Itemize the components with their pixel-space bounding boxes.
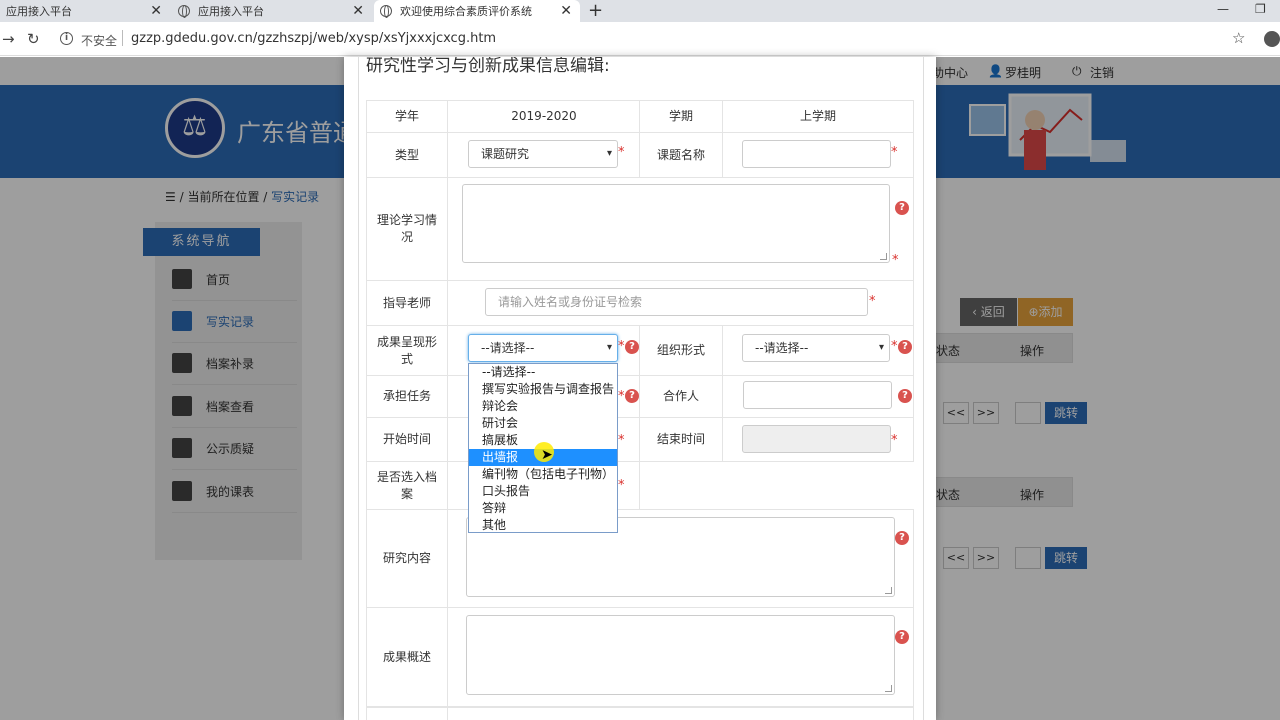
end-time-label: 结束时间 — [656, 432, 705, 446]
globe-icon — [178, 5, 190, 18]
new-tab-plus-icon[interactable]: + — [588, 0, 603, 22]
archive-label: 是否选入档案 — [376, 469, 437, 501]
browser-tab-3-active[interactable]: 欢迎使用综合素质评价系统 ✕ — [374, 0, 580, 22]
dropdown-option[interactable]: 研讨会 — [469, 415, 617, 432]
required-mark: * — [891, 433, 898, 448]
address-separator — [122, 30, 123, 46]
term-label: 学期 — [668, 109, 693, 123]
tab-close-icon[interactable]: ✕ — [352, 3, 364, 19]
help-icon[interactable]: ? — [895, 201, 909, 215]
tab-title: 应用接入平台 — [6, 5, 72, 18]
org-form-label: 组织形式 — [656, 343, 705, 357]
type-label: 类型 — [394, 147, 419, 162]
tab-close-icon[interactable]: ✕ — [150, 3, 162, 19]
edit-dialog: 研究性学习与创新成果信息编辑: 学年 2019-2020 学期 上学期 类型 课… — [344, 57, 936, 720]
task-label: 承担任务 — [382, 389, 431, 403]
theory-label: 理论学习情况 — [376, 213, 437, 244]
help-icon[interactable]: ? — [898, 389, 912, 403]
cell — [447, 707, 914, 720]
year-value: 2019-2020 — [511, 109, 577, 123]
teacher-label: 指导老师 — [382, 295, 431, 310]
theory-textarea[interactable] — [462, 184, 890, 263]
research-content-label: 研究内容 — [382, 551, 431, 565]
address-bar: → ↻ i 不安全 gzzp.gdedu.gov.cn/gzzhszpj/web… — [0, 22, 1280, 56]
bookmark-star-icon[interactable]: ☆ — [1232, 29, 1245, 47]
dropdown-option[interactable]: 其他 — [469, 517, 617, 534]
dropdown-option[interactable]: 口头报告 — [469, 483, 617, 500]
security-label[interactable]: 不安全 — [81, 32, 117, 49]
result-form-label: 成果呈现形式 — [376, 334, 437, 366]
dropdown-option[interactable]: 答辩 — [469, 500, 617, 517]
required-mark: * — [618, 478, 625, 493]
required-mark: * — [618, 433, 625, 448]
teacher-search-input[interactable]: 请输入姓名或身份证号检索 — [485, 288, 868, 316]
url-input[interactable]: gzzp.gdedu.gov.cn/gzzhszpj/web/xysp/xsYj… — [131, 31, 496, 46]
dropdown-option[interactable]: 编刊物（包括电子刊物） — [469, 466, 617, 483]
partner-label: 合作人 — [662, 389, 699, 403]
profile-avatar-icon[interactable] — [1264, 31, 1280, 47]
required-mark: * — [869, 294, 876, 309]
end-time-input[interactable] — [742, 425, 891, 453]
start-time-label: 开始时间 — [382, 432, 431, 446]
info-icon[interactable]: i — [60, 32, 73, 45]
org-form-select[interactable]: --请选择-- — [742, 334, 890, 362]
required-mark: * — [618, 339, 625, 354]
required-mark: * — [891, 339, 898, 354]
summary-label: 成果概述 — [382, 649, 431, 664]
result-form-select[interactable]: --请选择-- — [468, 334, 618, 362]
mouse-pointer-icon: ➤ — [541, 447, 553, 463]
help-icon[interactable]: ? — [625, 389, 639, 403]
tab-close-icon[interactable]: ✕ — [560, 3, 572, 19]
tab-title: 欢迎使用综合素质评价系统 — [400, 5, 532, 18]
help-icon[interactable]: ? — [625, 340, 639, 354]
topic-label: 课题名称 — [656, 147, 705, 162]
summary-textarea[interactable] — [466, 615, 895, 695]
required-mark: * — [618, 145, 625, 160]
partner-input[interactable] — [743, 381, 892, 409]
dialog-title: 研究性学习与创新成果信息编辑: — [366, 57, 610, 76]
help-icon[interactable]: ? — [895, 630, 909, 644]
dropdown-option[interactable]: 辩论会 — [469, 398, 617, 415]
browser-tab-1[interactable]: 应用接入平台 ✕ — [0, 0, 170, 22]
browser-tab-2[interactable]: 应用接入平台 ✕ — [172, 0, 372, 22]
required-mark: * — [618, 389, 625, 404]
browser-tab-bar: 应用接入平台 ✕ 应用接入平台 ✕ 欢迎使用综合素质评价系统 ✕ + — ❐ — [0, 0, 1280, 22]
help-icon[interactable]: ? — [898, 340, 912, 354]
forward-arrow-icon[interactable]: → — [2, 30, 15, 48]
tab-title: 应用接入平台 — [198, 5, 264, 18]
globe-icon — [380, 5, 392, 18]
topic-input[interactable] — [742, 140, 891, 168]
year-label: 学年 — [394, 109, 419, 123]
required-mark: * — [892, 253, 899, 268]
term-value: 上学期 — [799, 109, 836, 123]
restore-icon[interactable]: ❐ — [1255, 2, 1266, 16]
dropdown-option[interactable]: --请选择-- — [469, 364, 617, 381]
cell — [366, 707, 448, 720]
help-icon[interactable]: ? — [895, 531, 909, 545]
minimize-icon[interactable]: — — [1217, 2, 1229, 16]
reload-icon[interactable]: ↻ — [27, 30, 40, 48]
type-select[interactable]: 课题研究 — [468, 140, 618, 168]
required-mark: * — [891, 145, 898, 160]
dropdown-option[interactable]: 撰写实验报告与调查报告 — [469, 381, 617, 398]
